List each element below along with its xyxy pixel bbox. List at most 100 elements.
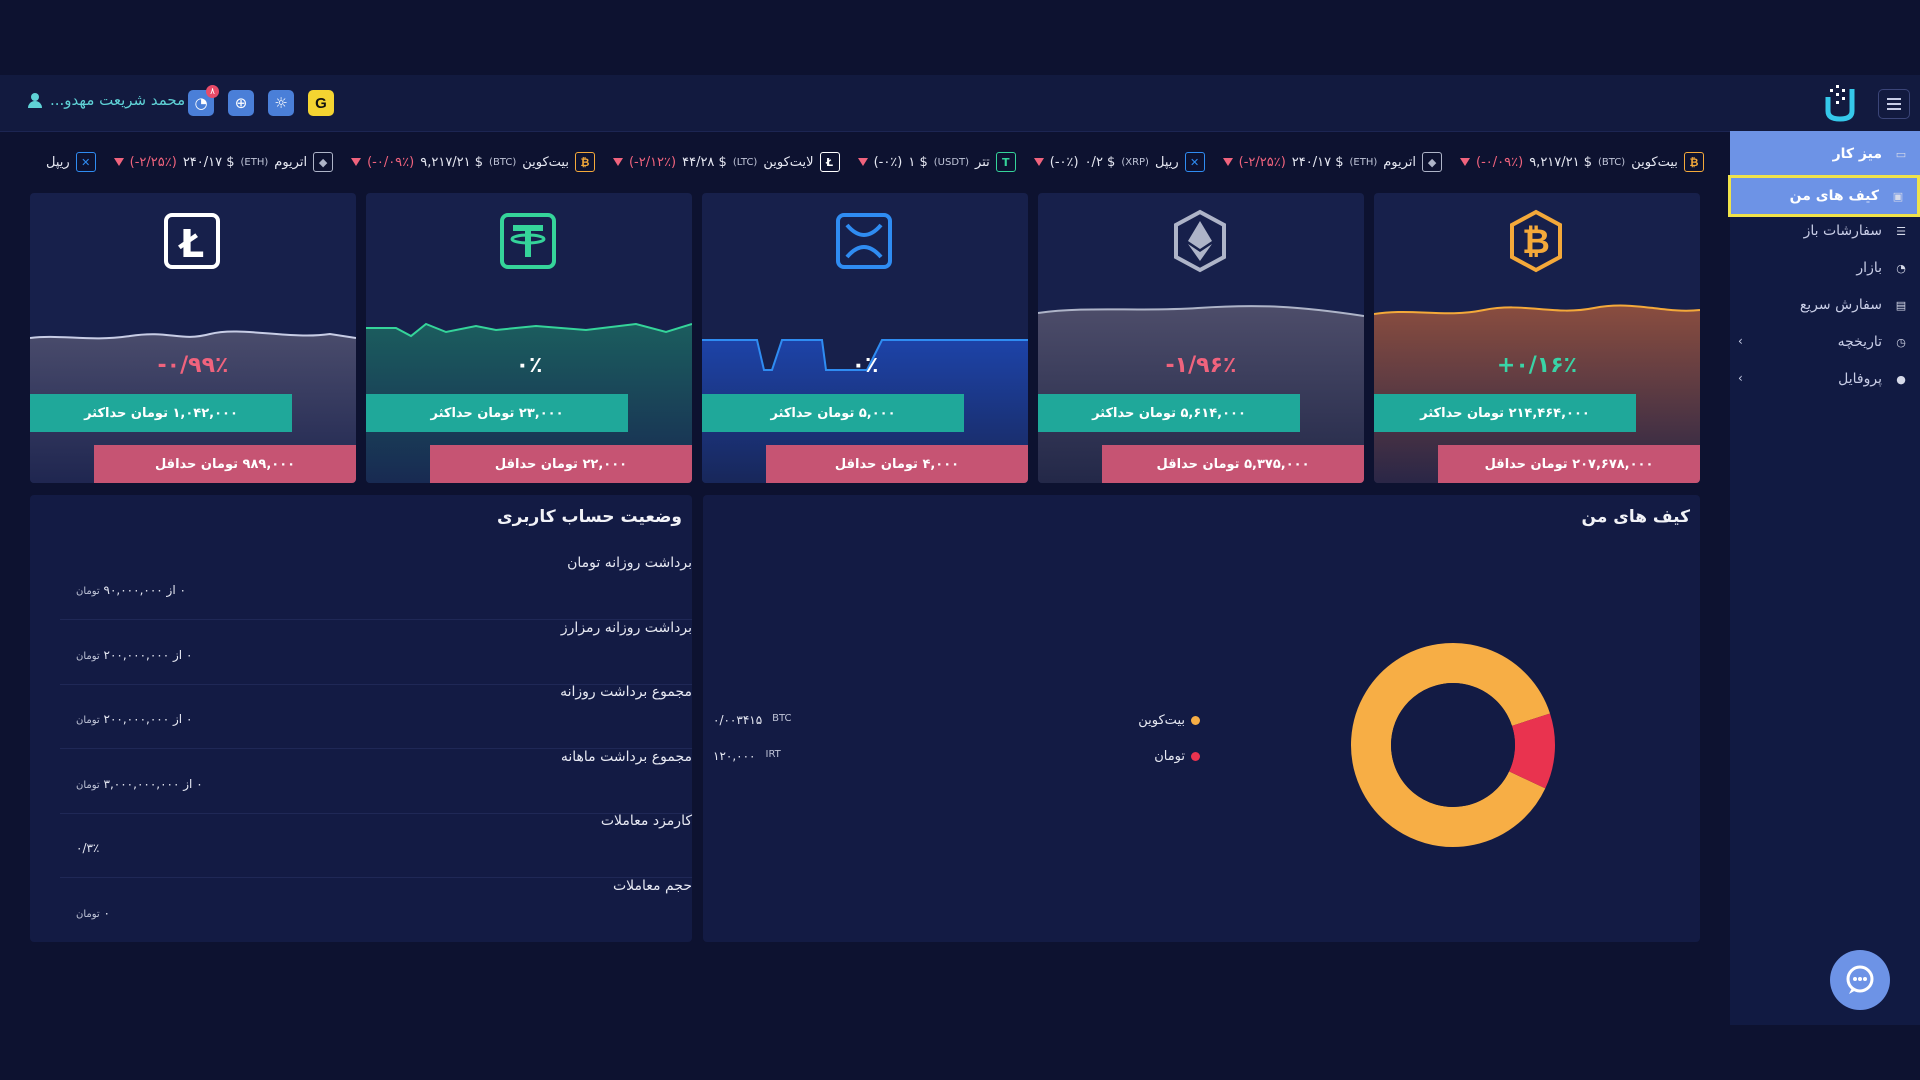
ticker-name: اتریوم [274, 154, 308, 170]
notification-badge: ۸ [206, 85, 219, 98]
legend-label: تومان [1154, 749, 1185, 764]
value-unit: تومان [76, 779, 100, 791]
hamburger-menu-button[interactable] [1878, 89, 1910, 119]
ticker-price: ۰/۲ $ [1084, 154, 1116, 170]
sun-icon: ☼ [274, 94, 288, 112]
sidebar-item-monitor[interactable]: میز کار ▭ [1730, 131, 1920, 177]
sidebar-item-label: کیف های من [1789, 188, 1879, 204]
chat-icon [1846, 965, 1874, 994]
sidebar-item-fast-order[interactable]: سفارش سریع ▤ [1730, 287, 1920, 323]
coin-card-ethereum[interactable]: -۱/۹۶٪ ۵,۶۱۴,۰۰۰ تومان حداکثر ۵,۳۷۵,۰۰۰ … [1038, 193, 1364, 483]
account-row: برداشت روزانه تومان ۰ از ۹۰,۰۰۰,۰۰۰ توما… [60, 555, 692, 620]
profile-icon: ● [1896, 372, 1906, 386]
ticker-symbol: (XRP) [1121, 156, 1149, 168]
g-button[interactable]: G [308, 90, 334, 116]
ticker-name: تتر [975, 154, 990, 170]
bell-icon: ◔ [194, 94, 208, 112]
price-change: ۰٪ [851, 353, 879, 378]
language-button[interactable]: ⊕ [228, 90, 254, 116]
down-arrow-icon [1222, 158, 1233, 166]
ethereum-icon: ◆ [1422, 152, 1443, 172]
amount-value: ۰/۰۰۳۴۱۵ [713, 713, 763, 727]
price-change: -۱/۹۶٪ [1165, 353, 1237, 378]
ticker-name: اتریوم [1383, 154, 1417, 170]
ticker-item: Ł لایت‌کوین (LTC) ۴۴/۲۸ $ (-۲/۱۲٪) [612, 152, 840, 172]
user-name: محمد شریعت مهدو... [50, 91, 186, 109]
ticker-price: ۹,۲۱۷/۲۱ $ [1529, 154, 1593, 170]
ticker-price: ۲۴۰/۱۷ $ [182, 154, 235, 170]
wallet-icon: ▣ [1892, 189, 1904, 203]
litecoin-icon: Ł [819, 152, 840, 172]
ticker-name: ریپل [46, 154, 70, 170]
max-price-button[interactable]: ۵,۰۰۰ تومان حداکثر [702, 394, 964, 432]
value-text: ۰ از ۲۰۰,۰۰۰,۰۰۰ [103, 647, 193, 662]
max-price-button[interactable]: ۲۱۴,۴۶۴,۰۰۰ تومان حداکثر [1374, 394, 1636, 432]
down-arrow-icon [113, 158, 124, 166]
tether-icon [500, 213, 556, 269]
user-icon [28, 93, 42, 108]
ticker-name: بیت‌کوین [1631, 154, 1678, 170]
history-icon: ◷ [1896, 335, 1906, 349]
legend-label: بیت‌کوین [1138, 713, 1185, 728]
ticker-price: ۹,۲۱۷/۲۱ $ [420, 154, 484, 170]
ticker-change: (-۰/۰۹٪) [367, 154, 415, 170]
ticker-item: ✕ ریپل [28, 152, 96, 172]
ticker-item: ₿ بیت‌کوین (BTC) ۹,۲۱۷/۲۱ $ (-۰/۰۹٪) [351, 152, 595, 172]
ripple-icon [836, 213, 892, 269]
wallet-amount-irt: ۱۲۰,۰۰۰ IRT [713, 749, 781, 763]
chevron-left-icon: ‹ [1738, 371, 1743, 385]
min-price-button[interactable]: ۹۸۹,۰۰۰ تومان حداقل [94, 445, 356, 483]
account-row-value: ۰/۳٪ [76, 841, 99, 855]
litecoin-icon: Ł [164, 213, 220, 269]
account-row: کارمزد معاملات ۰/۳٪ [60, 813, 692, 878]
svg-text:Ł: Ł [178, 222, 204, 266]
ticker-change: (-۲/۲۵٪) [1238, 154, 1286, 170]
sidebar-item-label: سفارشات باز [1803, 223, 1882, 239]
bitcoin-icon: ₿ [574, 152, 595, 172]
sidebar-item-wallet[interactable]: کیف های من ▣ [1728, 175, 1920, 217]
max-price-button[interactable]: ۲۳,۰۰۰ تومان حداکثر [366, 394, 628, 432]
ticker-name: لایت‌کوین [763, 154, 814, 170]
account-row-value: ۰ تومان [76, 906, 110, 920]
max-price-button[interactable]: ۱,۰۴۲,۰۰۰ تومان حداکثر [30, 394, 292, 432]
sidebar-item-market[interactable]: بازار ◔ [1730, 250, 1920, 286]
sidebar-item-history[interactable]: ‹ تاریخچه ◷ [1730, 324, 1920, 360]
ticker-symbol: (USDT) [933, 156, 970, 168]
coin-card-litecoin[interactable]: Ł -۰/۹۹٪ ۱,۰۴۲,۰۰۰ تومان حداکثر ۹۸۹,۰۰۰ … [30, 193, 356, 483]
chat-support-button[interactable] [1830, 950, 1890, 1010]
legend-item-toman: تومان [1154, 749, 1200, 764]
account-row-label: مجموع برداشت روزانه [560, 684, 692, 700]
ticker-price: ۱ $ [908, 154, 928, 170]
min-price-button[interactable]: ۵,۳۷۵,۰۰۰ تومان حداقل [1102, 445, 1364, 483]
account-row: حجم معاملات ۰ تومان [60, 878, 692, 942]
donut-slice-toman[interactable] [1508, 713, 1555, 789]
sidebar-item-label: بازار [1856, 260, 1882, 276]
value-text: ۰/۳٪ [76, 841, 100, 855]
user-menu[interactable]: محمد شریعت مهدو... [28, 91, 185, 109]
ticker-change: (-۲/۱۲٪) [628, 154, 677, 170]
theme-toggle-button[interactable]: ☼ [268, 90, 294, 116]
coin-card-ripple[interactable]: ۰٪ ۵,۰۰۰ تومان حداکثر ۴,۰۰۰ تومان حداقل [702, 193, 1028, 483]
coin-card-tether[interactable]: ۰٪ ۲۳,۰۰۰ تومان حداکثر ۲۲,۰۰۰ تومان حداق… [366, 193, 692, 483]
monitor-icon: ▭ [1895, 147, 1907, 161]
list-icon: ☰ [1896, 224, 1906, 238]
account-row-value: ۰ از ۹۰,۰۰۰,۰۰۰ تومان [76, 583, 186, 597]
max-price-button[interactable]: ۵,۶۱۴,۰۰۰ تومان حداکثر [1038, 394, 1300, 432]
min-price-button[interactable]: ۲۲,۰۰۰ تومان حداقل [430, 445, 692, 483]
ethereum-icon [1174, 209, 1226, 273]
account-status-panel: وضعیت حساب کاربری برداشت روزانه تومان ۰ … [30, 495, 692, 942]
notifications-button[interactable]: ◔ ۸ [188, 85, 219, 116]
wallet-amount-btc: ۰/۰۰۳۴۱۵ BTC [713, 713, 792, 727]
account-row: مجموع برداشت روزانه ۰ از ۲۰۰,۰۰۰,۰۰۰ توم… [60, 684, 692, 749]
down-arrow-icon [351, 158, 362, 166]
ticker-item: ◆ اتریوم (ETH) ۲۴۰/۱۷ $ (-۲/۲۵٪) [113, 152, 334, 172]
sidebar-item-profile[interactable]: ‹ پروفایل ● [1730, 361, 1920, 397]
min-price-button[interactable]: ۲۰۷,۶۷۸,۰۰۰ تومان حداقل [1438, 445, 1700, 483]
coin-card-bitcoin[interactable]: ₿ +۰/۱۶٪ ۲۱۴,۴۶۴,۰۰۰ تومان حداکثر ۲۰۷,۶۷… [1374, 193, 1700, 483]
min-price-button[interactable]: ۴,۰۰۰ تومان حداقل [766, 445, 1028, 483]
account-row-label: حجم معاملات [612, 877, 692, 894]
bitcoin-icon: ₿ [1683, 152, 1704, 172]
sidebar-item-list[interactable]: سفارشات باز ☰ [1730, 213, 1920, 249]
account-row-value: ۰ از ۳,۰۰۰,۰۰۰,۰۰۰ تومان [76, 777, 203, 791]
fast-order-icon: ▤ [1895, 298, 1907, 312]
